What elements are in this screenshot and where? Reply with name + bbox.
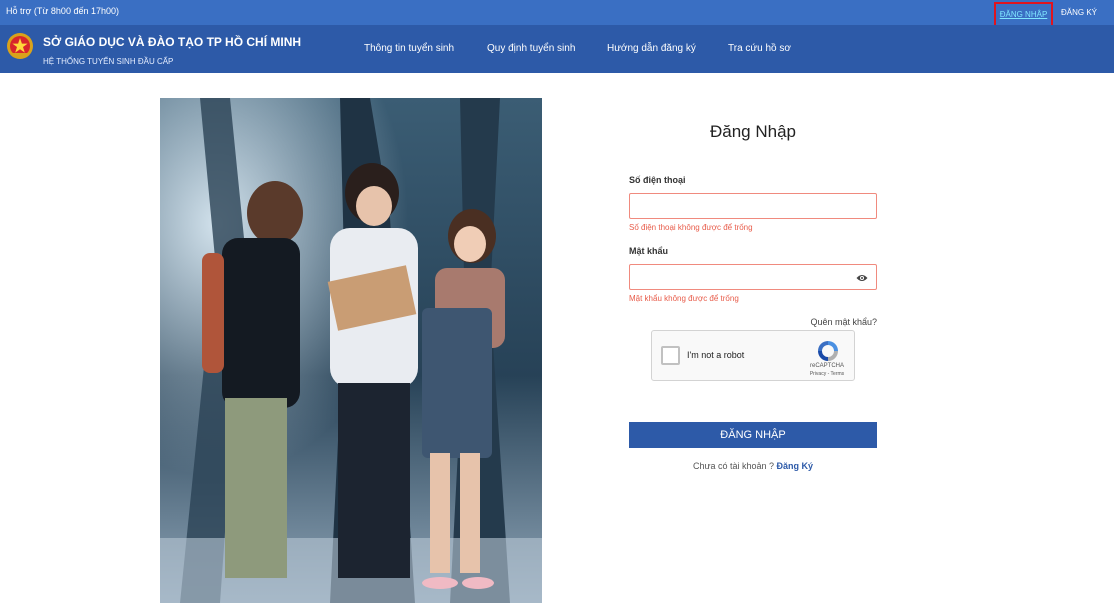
phone-error: Số điện thoại không được để trống bbox=[629, 223, 753, 232]
phone-label: Số điện thoại bbox=[629, 175, 686, 185]
recaptcha-label: I'm not a robot bbox=[687, 350, 745, 360]
top-register-link[interactable]: ĐĂNG KÝ bbox=[1061, 8, 1097, 17]
site-header: SỞ GIÁO DỤC VÀ ĐÀO TẠO TP HỒ CHÍ MINH HỆ… bbox=[0, 25, 1114, 73]
login-title: Đăng Nhập bbox=[709, 122, 796, 141]
org-name: SỞ GIÁO DỤC VÀ ĐÀO TẠO TP HỒ CHÍ MINH bbox=[43, 35, 302, 49]
students-photo bbox=[160, 98, 542, 603]
signup-link[interactable]: Đăng Ký bbox=[777, 461, 814, 471]
recaptcha-checkbox[interactable] bbox=[661, 346, 680, 365]
nav-record-lookup[interactable]: Tra cứu hồ sơ bbox=[728, 43, 791, 54]
password-field[interactable] bbox=[629, 264, 877, 290]
nav-admission-rules[interactable]: Quy định tuyển sinh bbox=[487, 43, 575, 54]
top-support-bar: Hỗ trợ (Từ 8h00 đến 17h00) ĐĂNG NHẬP ĐĂN… bbox=[0, 0, 1114, 27]
recaptcha-brand: reCAPTCHA bbox=[809, 363, 844, 369]
password-error: Mật khẩu không được để trống bbox=[629, 294, 739, 303]
password-label: Mật khẩu bbox=[629, 246, 669, 256]
nav-registration-guide[interactable]: Hướng dẫn đăng ký bbox=[607, 43, 696, 54]
phone-input[interactable] bbox=[630, 194, 876, 218]
top-login-link[interactable]: ĐĂNG NHẬP bbox=[994, 2, 1053, 27]
no-account-text: Chưa có tài khoản ? bbox=[692, 461, 777, 471]
national-emblem-icon bbox=[7, 33, 33, 59]
phone-field[interactable] bbox=[629, 193, 877, 219]
recaptcha-terms[interactable]: Privacy - Terms bbox=[804, 371, 850, 377]
signup-prompt: Chưa có tài khoản ? Đăng Ký bbox=[629, 461, 877, 471]
support-hours-text: Hỗ trợ (Từ 8h00 đến 17h00) bbox=[6, 6, 119, 16]
recaptcha-widget: I'm not a robot reCAPTCHA Privacy - Term… bbox=[651, 330, 855, 381]
nav-admission-info[interactable]: Thông tin tuyển sinh bbox=[364, 43, 454, 54]
eye-icon[interactable] bbox=[856, 273, 868, 283]
login-submit-button[interactable]: ĐĂNG NHẬP bbox=[629, 422, 877, 448]
recaptcha-logo-icon bbox=[818, 341, 838, 361]
password-input[interactable] bbox=[630, 265, 876, 289]
org-subtitle: HỆ THỐNG TUYỂN SINH ĐẦU CẤP bbox=[43, 57, 174, 66]
forgot-password-link[interactable]: Quên mật khẩu? bbox=[790, 317, 877, 327]
